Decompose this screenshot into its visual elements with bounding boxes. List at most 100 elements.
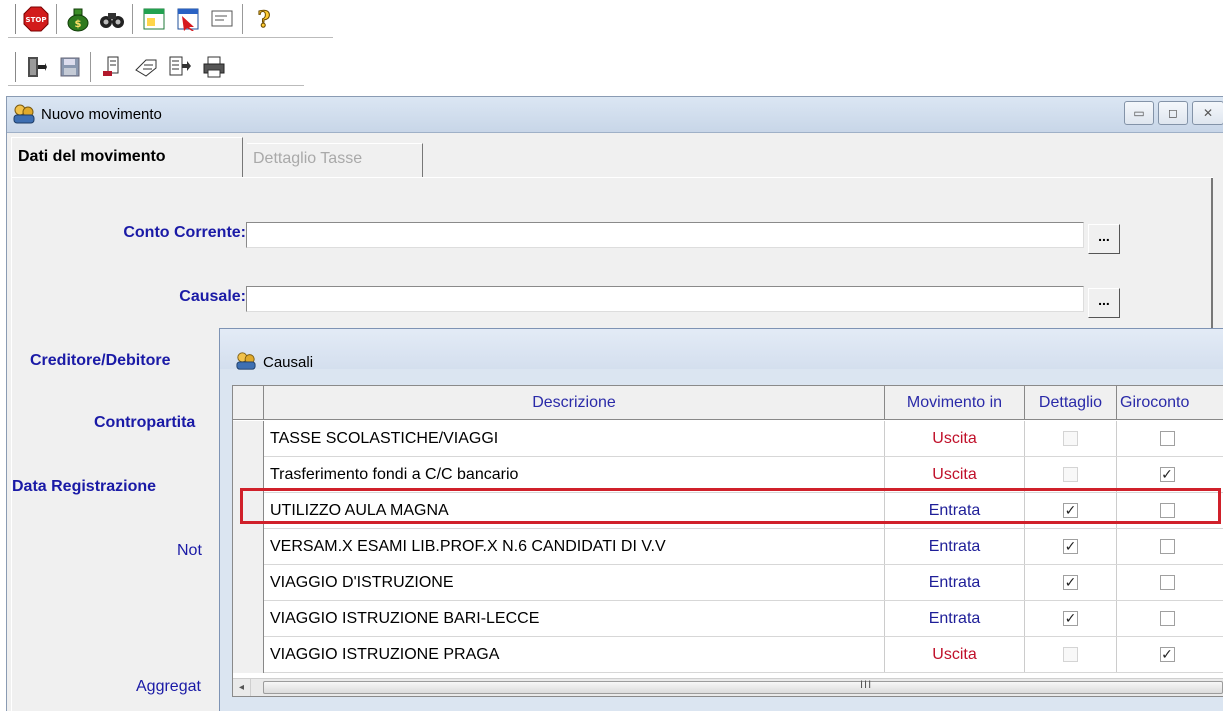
popup-title-bar[interactable]: Causali bbox=[220, 329, 1223, 371]
giroconto-checkbox[interactable] bbox=[1159, 503, 1175, 519]
cell-descrizione[interactable]: VERSAM.X ESAMI LIB.PROF.X N.6 CANDIDATI … bbox=[264, 529, 885, 565]
row-indicator[interactable] bbox=[233, 493, 264, 529]
cell-dettaglio bbox=[1025, 421, 1117, 457]
table-row[interactable]: TASSE SCOLASTICHE/VIAGGI Uscita bbox=[233, 421, 1223, 457]
exit-door-icon[interactable] bbox=[22, 52, 50, 82]
dettaglio-checkbox[interactable] bbox=[1063, 647, 1078, 663]
svg-text:$: $ bbox=[75, 19, 82, 30]
cell-dettaglio: ✓ bbox=[1025, 601, 1117, 637]
red-arrow-window-icon[interactable] bbox=[174, 4, 202, 34]
edit-form-icon[interactable] bbox=[98, 52, 126, 82]
horizontal-scrollbar[interactable]: ◂ III bbox=[233, 678, 1223, 696]
help-question-icon[interactable]: ? bbox=[250, 4, 278, 34]
popup-title: Causali bbox=[263, 354, 314, 371]
cell-giroconto bbox=[1117, 493, 1217, 529]
cell-descrizione[interactable]: VIAGGIO ISTRUZIONE BARI-LECCE bbox=[264, 601, 885, 637]
toolbar-separator bbox=[242, 4, 244, 34]
money-bag-icon[interactable]: $ bbox=[64, 4, 92, 34]
table-row[interactable]: VERSAM.X ESAMI LIB.PROF.X N.6 CANDIDATI … bbox=[233, 529, 1223, 565]
conto-corrente-browse-button[interactable]: ... bbox=[1088, 224, 1120, 254]
window-title: Nuovo movimento bbox=[41, 106, 162, 123]
app-people-icon bbox=[11, 103, 37, 125]
causale-label: Causale: bbox=[179, 288, 246, 305]
toolbar-grip[interactable] bbox=[12, 4, 16, 34]
giroconto-checkbox[interactable] bbox=[1159, 611, 1175, 627]
cell-movimento-in[interactable]: Entrata bbox=[885, 529, 1025, 565]
minimize-button[interactable]: ▭ bbox=[1124, 101, 1154, 125]
cell-dettaglio: ✓ bbox=[1025, 493, 1117, 529]
cell-movimento-in[interactable]: Entrata bbox=[885, 493, 1025, 529]
scrollbar-thumb[interactable]: III bbox=[263, 679, 1223, 694]
export-icon[interactable] bbox=[166, 52, 194, 82]
table-row[interactable]: Trasferimento fondi a C/C bancario Uscita… bbox=[233, 457, 1223, 493]
row-indicator[interactable] bbox=[233, 637, 264, 673]
maximize-button[interactable]: ◻ bbox=[1158, 101, 1188, 125]
green-window-icon[interactable] bbox=[140, 4, 168, 34]
row-indicator[interactable] bbox=[233, 529, 264, 565]
binoculars-icon[interactable] bbox=[98, 4, 126, 34]
table-row[interactable]: VIAGGIO D'ISTRUZIONE Entrata ✓ bbox=[233, 565, 1223, 601]
causale-browse-button[interactable]: ... bbox=[1088, 288, 1120, 318]
column-header-descrizione[interactable]: Descrizione bbox=[264, 386, 885, 420]
toolbar-separator bbox=[90, 52, 92, 82]
toolbar-separator bbox=[56, 4, 58, 34]
dettaglio-checkbox[interactable]: ✓ bbox=[1063, 575, 1078, 591]
column-header-movimento-in[interactable]: Movimento in bbox=[885, 386, 1025, 420]
cell-dettaglio bbox=[1025, 457, 1117, 493]
dettaglio-checkbox[interactable]: ✓ bbox=[1063, 611, 1078, 627]
dettaglio-checkbox[interactable] bbox=[1063, 467, 1078, 483]
cell-movimento-in[interactable]: Entrata bbox=[885, 565, 1025, 601]
scroll-left-arrow-icon[interactable]: ◂ bbox=[233, 679, 251, 696]
giroconto-checkbox[interactable]: ✓ bbox=[1159, 467, 1175, 483]
toolbar-secondary bbox=[8, 48, 304, 86]
window-title-bar[interactable]: Nuovo movimento ▭ ◻ ✕ bbox=[7, 97, 1223, 133]
table-row[interactable]: VIAGGIO ISTRUZIONE BARI-LECCE Entrata ✓ bbox=[233, 601, 1223, 637]
row-indicator[interactable] bbox=[233, 565, 264, 601]
cell-descrizione[interactable]: UTILIZZO AULA MAGNA bbox=[264, 493, 885, 529]
close-button[interactable]: ✕ bbox=[1192, 101, 1223, 125]
scrollbar-grip: III bbox=[860, 679, 873, 691]
column-header-giroconto[interactable]: Giroconto bbox=[1117, 386, 1217, 420]
cell-descrizione[interactable]: Trasferimento fondi a C/C bancario bbox=[264, 457, 885, 493]
grid-header: Descrizione Movimento in Dettaglio Giroc… bbox=[233, 386, 1223, 420]
dettaglio-checkbox[interactable]: ✓ bbox=[1063, 503, 1078, 519]
row-indicator[interactable] bbox=[233, 601, 264, 637]
dettaglio-checkbox[interactable] bbox=[1063, 431, 1078, 447]
cell-movimento-in[interactable]: Uscita bbox=[885, 457, 1025, 493]
tab-dettaglio-tasse[interactable]: Dettaglio Tasse bbox=[247, 143, 423, 177]
table-row[interactable]: VIAGGIO ISTRUZIONE PRAGA Uscita ✓ bbox=[233, 637, 1223, 673]
close-icon: ✕ bbox=[1202, 106, 1214, 120]
row-indicator[interactable] bbox=[233, 421, 264, 457]
column-header-dettaglio[interactable]: Dettaglio bbox=[1025, 386, 1117, 420]
printer-icon[interactable] bbox=[200, 52, 228, 82]
eraser-icon[interactable] bbox=[132, 52, 160, 82]
cell-movimento-in[interactable]: Uscita bbox=[885, 421, 1025, 457]
causali-popup: Causali Descrizione Movimento in Dettagl… bbox=[219, 328, 1223, 711]
cell-descrizione[interactable]: VIAGGIO ISTRUZIONE PRAGA bbox=[264, 637, 885, 673]
cell-movimento-in[interactable]: Uscita bbox=[885, 637, 1025, 673]
tab-dati-del-movimento[interactable]: Dati del movimento bbox=[11, 137, 243, 177]
dettaglio-checkbox[interactable]: ✓ bbox=[1063, 539, 1078, 555]
row-divider bbox=[264, 672, 1223, 673]
maximize-icon: ◻ bbox=[1168, 106, 1178, 120]
svg-text:STOP: STOP bbox=[26, 16, 47, 24]
table-row[interactable]: UTILIZZO AULA MAGNA Entrata ✓ bbox=[233, 493, 1223, 529]
save-disk-icon[interactable] bbox=[56, 52, 84, 82]
causali-grid: Descrizione Movimento in Dettaglio Giroc… bbox=[232, 385, 1223, 697]
giroconto-checkbox[interactable]: ✓ bbox=[1159, 647, 1175, 663]
minimize-icon: ▭ bbox=[1133, 106, 1145, 120]
cell-dettaglio: ✓ bbox=[1025, 565, 1117, 601]
toolbar-grip[interactable] bbox=[12, 52, 16, 82]
giroconto-checkbox[interactable] bbox=[1159, 431, 1175, 447]
cell-descrizione[interactable]: VIAGGIO D'ISTRUZIONE bbox=[264, 565, 885, 601]
envelope-window-icon[interactable] bbox=[208, 4, 236, 34]
tab-bar: Dati del movimento Dettaglio Tasse bbox=[7, 133, 1223, 177]
cell-descrizione[interactable]: TASSE SCOLASTICHE/VIAGGI bbox=[264, 421, 885, 457]
stop-icon[interactable]: STOP bbox=[22, 4, 50, 34]
giroconto-checkbox[interactable] bbox=[1159, 539, 1175, 555]
causale-input[interactable] bbox=[246, 286, 1084, 312]
giroconto-checkbox[interactable] bbox=[1159, 575, 1175, 591]
conto-corrente-input[interactable] bbox=[246, 222, 1084, 248]
row-indicator[interactable] bbox=[233, 457, 264, 493]
cell-movimento-in[interactable]: Entrata bbox=[885, 601, 1025, 637]
